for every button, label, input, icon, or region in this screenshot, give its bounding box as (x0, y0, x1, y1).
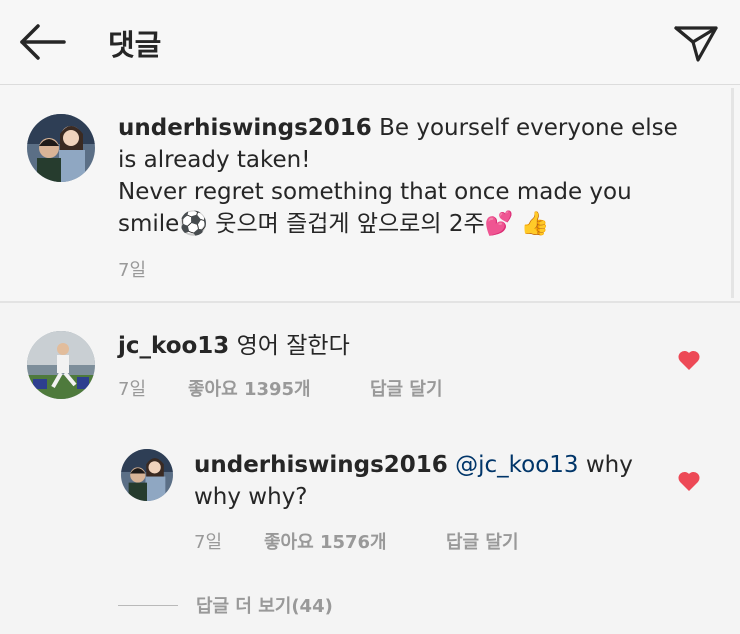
caption-line-2: is already taken! (118, 147, 311, 173)
caption-time: 7일 (118, 256, 146, 282)
comment-meta: 7일 좋아요 1395개 답글 달기 (118, 375, 443, 401)
caption-line-4b: 웃으며 즐겁게 앞으로의 2주 (215, 211, 485, 237)
comment-text: jc_koo13 영어 잘한다 (118, 330, 638, 362)
top-bar: 댓글 (0, 0, 740, 84)
replies-dash (118, 604, 178, 606)
caption-line-4a: smile (118, 211, 180, 237)
view-replies-label: 답글 더 보기(44) (196, 596, 333, 617)
reply-body-b: why why? (194, 484, 308, 510)
like-button[interactable] (677, 470, 701, 492)
reply-text: underhiswings2016 @jc_koo13 why why why? (194, 449, 654, 513)
reply-time: 7일 (194, 532, 223, 553)
reply-button[interactable]: 답글 달기 (446, 528, 519, 554)
caption-line-1: Be yourself everyone else (379, 115, 678, 141)
soccer-ball-icon: ⚽ (179, 211, 208, 237)
caption-text: underhiswings2016 Be yourself everyone e… (118, 112, 678, 240)
caption-timestamp: 7일 (118, 260, 147, 281)
thumbs-up-icon: 👍 (520, 211, 550, 237)
avatar-photo (27, 331, 95, 399)
reply-body-a: why (585, 452, 633, 478)
heart-icon (678, 350, 700, 370)
comment-username[interactable]: jc_koo13 (118, 333, 229, 359)
scrollbar[interactable] (731, 88, 734, 298)
reply-button[interactable]: 답글 달기 (370, 375, 443, 401)
paper-plane-icon (674, 26, 718, 62)
reply-username[interactable]: underhiswings2016 (194, 452, 448, 478)
back-arrow-icon (20, 24, 66, 60)
back-button[interactable] (18, 22, 68, 62)
section-divider (0, 301, 740, 303)
comment-time: 7일 (118, 379, 147, 400)
comment-body: 영어 잘한다 (236, 333, 350, 359)
likes-count[interactable]: 좋아요 1576개 (264, 528, 446, 554)
like-button[interactable] (677, 349, 701, 371)
page-title: 댓글 (108, 28, 162, 62)
reply-meta: 7일 좋아요 1576개 답글 달기 (194, 528, 519, 554)
avatar[interactable] (27, 114, 95, 182)
avatar[interactable] (121, 449, 173, 501)
likes-count[interactable]: 좋아요 1395개 (188, 375, 370, 401)
heart-icon (678, 471, 700, 491)
caption-username[interactable]: underhiswings2016 (118, 115, 372, 141)
avatar-photo (27, 114, 95, 182)
avatar-photo (121, 449, 173, 501)
two-hearts-icon: 💕 (484, 211, 514, 237)
mention-link[interactable]: @jc_koo13 (455, 452, 578, 478)
caption-line-3: Never regret something that once made yo… (118, 179, 632, 205)
avatar[interactable] (27, 331, 95, 399)
share-button[interactable] (672, 22, 720, 64)
view-more-replies[interactable]: 답글 더 보기(44) (118, 592, 333, 618)
